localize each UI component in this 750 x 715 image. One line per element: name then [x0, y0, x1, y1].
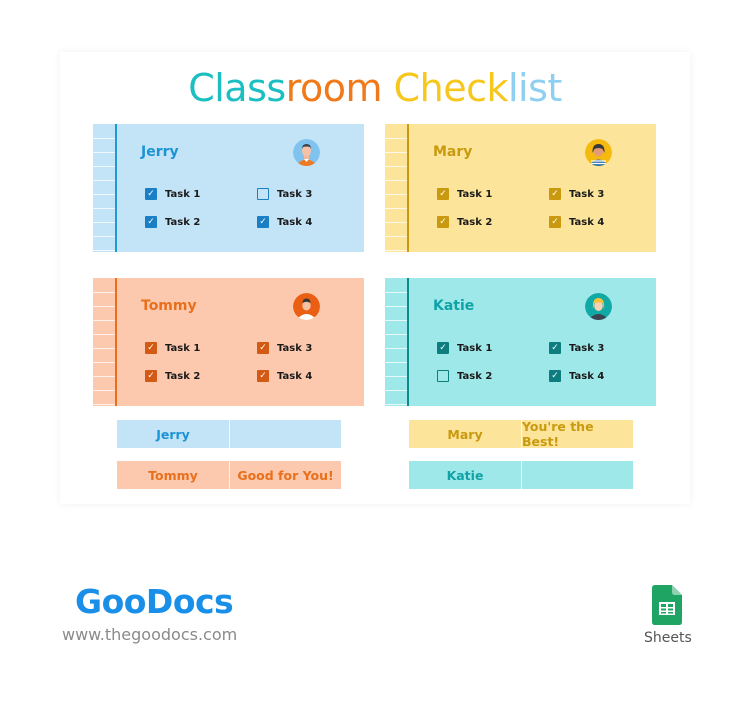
- task-item[interactable]: ✓ Task 1: [437, 188, 492, 200]
- summary-row-katie: Katie: [409, 461, 633, 489]
- page-title: Classroom Checklist: [0, 66, 750, 110]
- task-item[interactable]: ✓ Task 1: [145, 342, 200, 354]
- checkbox[interactable]: ✓: [257, 370, 269, 382]
- lined-margin: [385, 278, 407, 406]
- task-item[interactable]: ✓ Task 3: [549, 188, 604, 200]
- summary-name: Mary: [409, 420, 521, 448]
- student-name: Katie: [433, 298, 475, 314]
- task-label: Task 2: [165, 370, 201, 382]
- task-label: Task 2: [165, 216, 201, 228]
- summary-name: Tommy: [117, 461, 229, 489]
- summary-message[interactable]: You're the Best!: [521, 419, 633, 449]
- summary-name: Katie: [409, 461, 521, 489]
- checkbox[interactable]: ✓: [257, 342, 269, 354]
- task-item[interactable]: ✓ Task 3: [549, 342, 604, 354]
- task-item[interactable]: ✓ Task 1: [437, 342, 492, 354]
- summary-row-mary: Mary You're the Best!: [409, 419, 633, 449]
- student-name: Mary: [433, 144, 473, 160]
- summary-message[interactable]: Good for You!: [229, 461, 341, 489]
- avatar-icon: [293, 293, 320, 320]
- summary-message[interactable]: [521, 461, 633, 489]
- title-part: Check: [382, 66, 509, 110]
- student-card-katie: Katie ✓ Task 1 Task 2 ✓ Task 3 ✓ Task 4: [385, 278, 656, 406]
- task-label: Task 2: [457, 370, 493, 382]
- checkbox[interactable]: [437, 370, 449, 382]
- sheets-label: Sheets: [644, 630, 692, 646]
- task-item[interactable]: ✓ Task 2: [145, 216, 200, 228]
- google-sheets-icon[interactable]: [652, 585, 682, 625]
- student-name: Tommy: [141, 298, 197, 314]
- avatar-icon: [585, 293, 612, 320]
- checkbox[interactable]: ✓: [257, 216, 269, 228]
- student-name: Jerry: [141, 144, 179, 160]
- task-item[interactable]: ✓ Task 4: [549, 216, 604, 228]
- margin-rule: [115, 124, 117, 252]
- task-label: Task 1: [165, 188, 201, 200]
- task-item[interactable]: ✓ Task 2: [145, 370, 200, 382]
- task-item[interactable]: Task 3: [257, 188, 312, 200]
- student-card-tommy: Tommy ✓ Task 1 ✓ Task 2 ✓ Task 3 ✓ Task 4: [93, 278, 364, 406]
- lined-margin: [93, 124, 115, 252]
- task-label: Task 3: [277, 342, 313, 354]
- task-label: Task 4: [569, 216, 605, 228]
- student-card-jerry: Jerry ✓ Task 1 ✓ Task 2 Task 3 ✓ Task 4: [93, 124, 364, 252]
- lined-margin: [385, 124, 407, 252]
- task-label: Task 3: [569, 342, 605, 354]
- summary-row-jerry: Jerry: [117, 420, 341, 448]
- task-label: Task 1: [457, 342, 493, 354]
- avatar-icon: [585, 139, 612, 166]
- summary-message[interactable]: [229, 420, 341, 448]
- task-item[interactable]: ✓ Task 2: [437, 216, 492, 228]
- checkbox[interactable]: ✓: [549, 370, 561, 382]
- checkbox[interactable]: ✓: [145, 216, 157, 228]
- goodocs-logo[interactable]: GooDocs: [75, 582, 234, 621]
- avatar-icon: [293, 139, 320, 166]
- checkbox[interactable]: ✓: [437, 188, 449, 200]
- task-label: Task 1: [457, 188, 493, 200]
- checkbox[interactable]: ✓: [549, 342, 561, 354]
- task-label: Task 4: [277, 370, 313, 382]
- lined-margin: [93, 278, 115, 406]
- margin-rule: [115, 278, 117, 406]
- task-item[interactable]: ✓ Task 1: [145, 188, 200, 200]
- checkbox[interactable]: [257, 188, 269, 200]
- title-part: list: [507, 66, 562, 110]
- student-card-mary: Mary ✓ Task 1 ✓ Task 2 ✓ Task 3 ✓ Task 4: [385, 124, 656, 252]
- margin-rule: [407, 278, 409, 406]
- checkbox[interactable]: ✓: [549, 216, 561, 228]
- checkbox[interactable]: ✓: [145, 342, 157, 354]
- margin-rule: [407, 124, 409, 252]
- task-item[interactable]: Task 2: [437, 370, 492, 382]
- checkbox[interactable]: ✓: [437, 216, 449, 228]
- task-label: Task 3: [277, 188, 313, 200]
- task-item[interactable]: ✓ Task 3: [257, 342, 312, 354]
- summary-row-tommy: Tommy Good for You!: [117, 461, 341, 489]
- task-item[interactable]: ✓ Task 4: [257, 216, 312, 228]
- task-label: Task 1: [165, 342, 201, 354]
- checkbox[interactable]: ✓: [145, 188, 157, 200]
- website-link[interactable]: www.thegoodocs.com: [62, 625, 237, 644]
- title-part: Class: [188, 66, 286, 110]
- task-label: Task 3: [569, 188, 605, 200]
- title-part: room: [285, 66, 383, 110]
- task-item[interactable]: ✓ Task 4: [257, 370, 312, 382]
- checkbox[interactable]: ✓: [145, 370, 157, 382]
- checkbox[interactable]: ✓: [549, 188, 561, 200]
- task-label: Task 4: [277, 216, 313, 228]
- task-label: Task 2: [457, 216, 493, 228]
- summary-name: Jerry: [117, 420, 229, 448]
- task-label: Task 4: [569, 370, 605, 382]
- checkbox[interactable]: ✓: [437, 342, 449, 354]
- task-item[interactable]: ✓ Task 4: [549, 370, 604, 382]
